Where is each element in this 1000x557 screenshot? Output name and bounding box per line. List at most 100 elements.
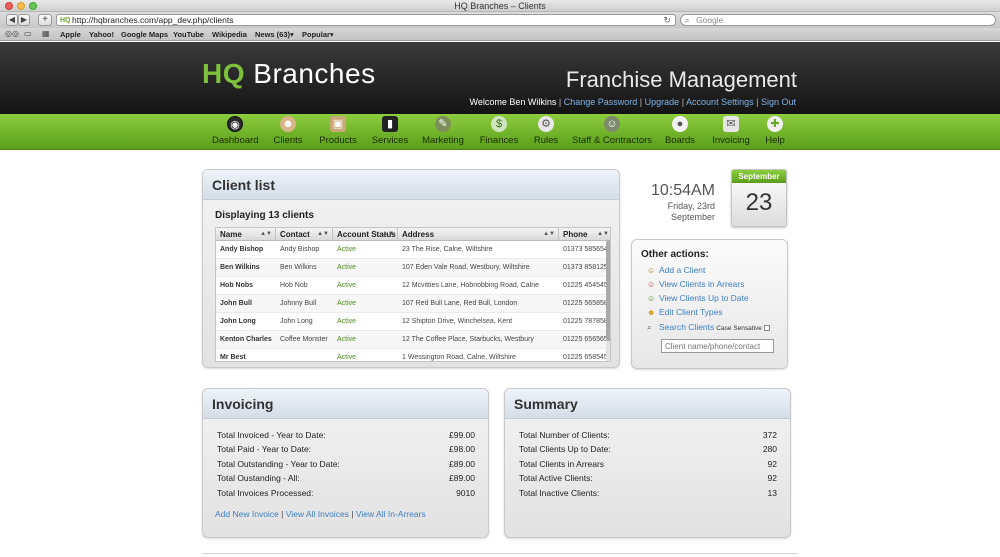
bookmarks-bar: ◎◎ ▭ ▦ Apple Yahoo! Google Maps YouTube …	[0, 28, 1000, 41]
search-clients-link[interactable]: ⌕ Search Clients Case Sensative	[647, 322, 770, 334]
cell-address: 1 Wessington Road, Calne, Wiltshire	[402, 354, 516, 361]
column-header-contact[interactable]: Contact ▲▼	[276, 228, 333, 241]
browser-search-input[interactable]: Google	[696, 15, 723, 26]
upgrade-link[interactable]: Upgrade	[645, 97, 680, 107]
clock-time: 10:54AM	[650, 182, 715, 199]
cell-name[interactable]: John Bull	[220, 295, 276, 313]
add-new-invoice-link[interactable]: Add New Invoice	[215, 509, 279, 519]
view-clients-up-to-date-link[interactable]: ☺ View Clients Up to Date	[647, 293, 749, 304]
nav-rules[interactable]: ⚙ Rules	[529, 116, 563, 147]
browser-toolbar: ◀ ▶ + HQ http://hqbranches.com/app_dev.p…	[0, 12, 1000, 28]
scrollbar-thumb[interactable]	[606, 241, 610, 341]
reading-list-icon[interactable]: ◎◎	[5, 29, 19, 39]
table-row[interactable]: Kenton Charles Coffee Monster Active 12 …	[216, 331, 606, 349]
forward-button[interactable]: ▶	[18, 14, 30, 26]
bookmark-apple[interactable]: Apple	[60, 28, 81, 41]
cell-name[interactable]: Kenton Charles	[220, 331, 276, 349]
logo-branches: Branches	[245, 58, 376, 89]
app-title: Franchise Management	[565, 67, 797, 92]
edit-client-types-link[interactable]: ☻ Edit Client Types	[647, 307, 723, 318]
staff-icon: ☺	[604, 116, 620, 132]
footer-divider	[202, 553, 798, 554]
view-all-in-arrears-link[interactable]: View All In-Arrears	[356, 509, 426, 519]
bookmarks-book-icon[interactable]: ▭	[24, 29, 32, 39]
table-row[interactable]: John Long John Long Active 12 Shipton Dr…	[216, 313, 606, 331]
client-table-scrollbar[interactable]	[606, 241, 610, 361]
plus-icon: +	[42, 14, 48, 25]
change-password-link[interactable]: Change Password	[564, 97, 638, 107]
table-row[interactable]: Andy Bishop Andy Bishop Active 23 The Ri…	[216, 241, 606, 259]
table-row[interactable]: Ben Wilkins Ben Wilkins Active 107 Eden …	[216, 259, 606, 277]
case-sensitive-checkbox[interactable]	[763, 324, 770, 331]
bookmark-wikipedia[interactable]: Wikipedia	[212, 28, 247, 41]
nav-marketing[interactable]: ✎ Marketing	[420, 116, 466, 147]
view-all-invoices-link[interactable]: View All Invoices	[286, 509, 349, 519]
other-actions-title: Other actions:	[641, 249, 709, 260]
client-count: Displaying 13 clients	[215, 210, 314, 221]
calendar-month: September	[732, 170, 786, 183]
nav-services[interactable]: ▮ Services	[369, 116, 411, 147]
cell-contact: Andy Bishop	[280, 246, 320, 253]
account-settings-link[interactable]: Account Settings	[686, 97, 754, 107]
bookmark-youtube[interactable]: YouTube	[173, 28, 204, 41]
reload-icon[interactable]: ↻	[663, 15, 671, 26]
summary-row: Total Clients Up to Date: 280	[519, 442, 777, 456]
cell-name[interactable]: Mr Best	[220, 349, 276, 361]
column-header-phone[interactable]: Phone ▲▼	[559, 228, 610, 241]
sort-icon: ▲▼	[382, 231, 394, 237]
row-value: 372	[762, 430, 777, 440]
top-sites-grid-icon[interactable]: ▦	[42, 29, 50, 39]
back-button[interactable]: ◀	[6, 14, 18, 26]
nav-clients[interactable]: ☻ Clients	[270, 116, 306, 147]
table-row[interactable]: John Bull Johnny Bull Active 107 Red Bul…	[216, 295, 606, 313]
cell-name[interactable]: Hob Nobs	[220, 277, 276, 295]
nav-help[interactable]: ✚ Help	[760, 116, 790, 147]
cell-contact: Coffee Monster	[280, 336, 328, 343]
cell-name[interactable]: Andy Bishop	[220, 241, 276, 259]
cell-status: Active	[337, 318, 357, 325]
cell-address: 107 Eden Vale Road, Westbury, Wiltshire	[402, 264, 530, 271]
separator: |	[639, 97, 643, 107]
nav-staff-contractors[interactable]: ☺ Staff & Contractors	[571, 116, 653, 147]
table-row[interactable]: Hob Nobs Hob Nob Active 12 Mcvitties Lan…	[216, 277, 606, 295]
case-sensitive-label: Case Sensative	[716, 325, 762, 332]
clients-icon: ☻	[280, 116, 296, 132]
rules-icon: ⚙	[538, 116, 554, 132]
invoicing-panel: Invoicing Total Invoiced - Year to Date:…	[202, 388, 489, 538]
view-clients-arrears-link[interactable]: ☺ View Clients in Arrears	[647, 279, 744, 290]
nav-label: Marketing	[422, 135, 464, 146]
nav-label: Products	[319, 135, 357, 146]
column-label: Phone	[563, 230, 588, 239]
sign-out-link[interactable]: Sign Out	[761, 97, 796, 107]
nav-dashboard[interactable]: ◉ Dashboard	[212, 116, 258, 147]
row-value: £99.00	[449, 430, 475, 440]
client-search-input[interactable]	[661, 339, 774, 353]
nav-products[interactable]: ▣ Products	[317, 116, 359, 147]
column-header-name[interactable]: Name ▲▼	[216, 228, 276, 241]
bookmark-popular[interactable]: Popular▾	[302, 28, 334, 41]
cell-contact: Hob Nob	[280, 282, 308, 289]
cell-phone: 01225 787858	[563, 318, 606, 325]
column-header-address[interactable]: Address ▲▼	[398, 228, 559, 241]
row-label: Total Oustanding - All:	[217, 473, 300, 483]
sort-icon: ▲▼	[597, 231, 609, 237]
address-bar[interactable]: HQ http://hqbranches.com/app_dev.php/cli…	[56, 14, 676, 26]
column-header-account-status[interactable]: Account Status ▲▼	[333, 228, 398, 241]
bookmark-news[interactable]: News (63)▾	[255, 28, 294, 41]
site-logo[interactable]: HQ Branches	[202, 58, 376, 90]
address-url[interactable]: http://hqbranches.com/app_dev.php/client…	[72, 15, 233, 26]
summary-row: Total Clients in Arrears 92	[519, 457, 777, 471]
row-value: 9010	[456, 488, 475, 498]
cell-address: 107 Red Bull Lane, Red Bull, London	[402, 300, 518, 307]
browser-search-field[interactable]: ⌕ Google	[680, 14, 996, 26]
new-tab-button[interactable]: +	[38, 14, 52, 26]
cell-name[interactable]: John Long	[220, 313, 276, 331]
table-row[interactable]: Mr Best Active 1 Wessington Road, Calne,…	[216, 349, 606, 361]
cell-name[interactable]: Ben Wilkins	[220, 259, 276, 277]
add-client-link[interactable]: ☺ Add a Client	[647, 265, 705, 276]
bookmark-google-maps[interactable]: Google Maps	[121, 28, 168, 41]
nav-finances[interactable]: $ Finances	[477, 116, 521, 147]
nav-invoicing[interactable]: ✉ Invoicing	[708, 116, 754, 147]
nav-boards[interactable]: ● Boards	[662, 116, 698, 147]
bookmark-yahoo[interactable]: Yahoo!	[89, 28, 114, 41]
